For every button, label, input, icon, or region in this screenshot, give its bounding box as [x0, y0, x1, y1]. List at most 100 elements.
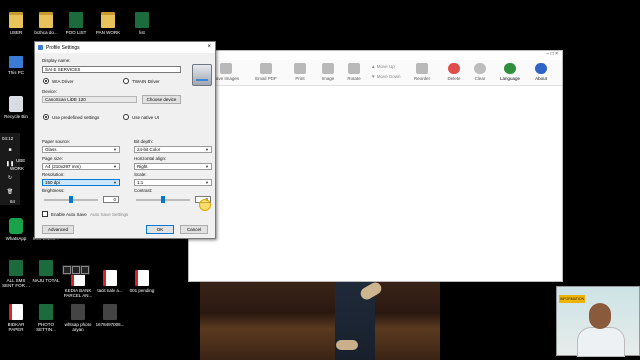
- paper-source-select[interactable]: Glass ▼: [42, 146, 120, 153]
- bit-depth-select[interactable]: 24-bit Color ▼: [134, 146, 212, 153]
- desktop-icon-number-file[interactable]: 16784970​06...: [94, 304, 126, 327]
- brightness-value[interactable]: 0: [103, 196, 119, 203]
- chevron-down-icon: ▼: [113, 164, 117, 169]
- ok-button[interactable]: OK: [146, 225, 174, 234]
- refresh-icon[interactable]: ↻: [0, 171, 20, 185]
- about-button[interactable]: About: [526, 63, 556, 81]
- print-icon: [294, 63, 306, 74]
- desktop-icon-whatsapp[interactable]: WhatsApp: [0, 218, 32, 241]
- language-button[interactable]: Language: [495, 63, 525, 81]
- excel-file-icon: [69, 12, 83, 28]
- auto-save-settings-link[interactable]: Auto Save Settings: [90, 212, 128, 217]
- desktop-icon-bidkar[interactable]: BIDKAR PAPER: [0, 304, 32, 332]
- desktop-icon-naju-total[interactable]: NAJU TOTAL: [30, 260, 62, 283]
- computer-icon: [9, 56, 23, 68]
- chevron-down-icon: ▼: [113, 180, 117, 185]
- save-images-icon: [220, 63, 232, 74]
- pdf-file-icon: [9, 304, 23, 320]
- clear-button[interactable]: Clear: [465, 63, 495, 81]
- recycle-bin-icon: [9, 96, 23, 112]
- side-label-work: WORK: [10, 166, 24, 171]
- window-controls[interactable]: – □ ×: [189, 51, 562, 59]
- excel-file-icon: [39, 304, 53, 320]
- desktop-icon-whtsap-photo[interactable]: whtsap photo aryan: [62, 304, 94, 332]
- side-label-ube: UBE: [16, 158, 26, 163]
- cancel-button[interactable]: Cancel: [180, 225, 208, 234]
- trash-icon[interactable]: 🗑: [0, 185, 20, 199]
- use-predefined-radio[interactable]: [43, 114, 49, 120]
- scanner-icon: [192, 64, 212, 86]
- auto-save-checkbox[interactable]: [42, 211, 48, 217]
- resolution-select[interactable]: 150 dpi ▼: [42, 179, 120, 186]
- choose-device-button[interactable]: Choose device: [142, 95, 181, 104]
- info-icon: [535, 63, 547, 74]
- advanced-button[interactable]: Advanced: [42, 225, 74, 234]
- folder-icon: [9, 12, 23, 28]
- brightness-label: Brightness:: [42, 188, 65, 193]
- desktop-icon-poo-list[interactable]: POO LIST: [60, 12, 92, 35]
- use-native-ui-radio[interactable]: [123, 114, 129, 120]
- email-icon: [260, 63, 272, 74]
- webcam-overlay: INFORMATION: [556, 286, 640, 357]
- contrast-slider-thumb[interactable]: [161, 196, 165, 203]
- scale-select[interactable]: 1:1 ▼: [134, 179, 212, 186]
- desktop-icon-list[interactable]: list: [126, 12, 158, 35]
- folder-icon: [39, 12, 53, 28]
- page-size-select[interactable]: A4 (210x297 mm) ▼: [42, 163, 120, 170]
- pdf-file-icon: [103, 270, 117, 286]
- twain-driver-label: TWAIN Driver: [132, 79, 160, 84]
- horizontal-align-select[interactable]: Right ▼: [134, 163, 212, 170]
- desktop-icon-user[interactable]: USER: [0, 12, 32, 35]
- print-button[interactable]: Print: [285, 63, 315, 81]
- mouse-cursor-highlight: [199, 199, 211, 211]
- email-pdf-button[interactable]: Email PDF: [251, 63, 281, 81]
- device-label: Device:: [42, 89, 58, 94]
- background-photo: [200, 282, 440, 360]
- dialog-title: Profile Settings: [46, 44, 80, 51]
- scanner-main-window: – □ × Save Images Email PDF Print Image …: [188, 50, 563, 282]
- app-icon: [38, 45, 43, 50]
- reorder-icon: [416, 63, 428, 74]
- thumbnail: [72, 266, 80, 274]
- reorder-button[interactable]: Reorder: [407, 63, 437, 81]
- image-icon: [322, 63, 334, 74]
- chevron-down-icon: ▼: [205, 164, 209, 169]
- thumbnail: [81, 266, 89, 274]
- desktop-icon-this-pc[interactable]: This PC: [0, 56, 32, 75]
- brightness-slider-thumb[interactable]: [69, 196, 73, 203]
- wia-driver-radio[interactable]: [43, 78, 49, 84]
- main-toolbar: Save Images Email PDF Print Image Rotate…: [189, 60, 562, 86]
- excel-file-icon: [135, 12, 149, 28]
- dialog-titlebar: Profile Settings ×: [35, 42, 215, 53]
- desktop-icon-pan-work[interactable]: PAN WORK: [92, 12, 124, 35]
- device-field: CanoScan LiDE 120: [42, 96, 137, 103]
- page-size-label: Page size:: [42, 156, 64, 161]
- move-down-button[interactable]: ▼ Move Down: [371, 74, 400, 79]
- twain-driver-radio[interactable]: [123, 78, 129, 84]
- chevron-down-icon: ▼: [205, 180, 209, 185]
- contrast-label: Contrast:: [134, 188, 153, 193]
- desktop-icon-bcthca[interactable]: bcthca do...: [30, 12, 62, 35]
- profile-settings-dialog: Profile Settings × Display name: SAI E S…: [34, 41, 216, 239]
- display-name-input[interactable]: SAI E SERVICES: [42, 66, 181, 73]
- bit-depth-label: Bit depth:: [134, 139, 154, 144]
- desktop-icon-recycle-bin[interactable]: Recycle Bin: [0, 96, 32, 119]
- delete-icon: [448, 63, 460, 74]
- stop-icon[interactable]: ■: [0, 143, 20, 157]
- horizontal-align-label: Horizontal align:: [134, 156, 167, 161]
- wia-driver-label: WIA Driver: [52, 79, 74, 84]
- rotate-button[interactable]: Rotate: [339, 63, 369, 81]
- webcam-person-head: [589, 303, 611, 329]
- desktop-icon-all-sms[interactable]: ALL SMS SENT FOR ...: [0, 260, 32, 288]
- resolution-label: Resolution:: [42, 172, 65, 177]
- desktop-icon-001-pending[interactable]: 001 pending: [126, 270, 158, 293]
- scale-label: Scale:: [134, 172, 147, 177]
- webcam-person-body: [577, 327, 625, 357]
- desktop-icon-tacit[interactable]: tacit nalv a...: [94, 270, 126, 293]
- clear-icon: [474, 63, 486, 74]
- paper-source-label: Paper source:: [42, 139, 71, 144]
- close-icon[interactable]: ×: [207, 44, 211, 50]
- move-up-button[interactable]: ▲ Move Up: [371, 64, 395, 69]
- image-file-icon: [103, 304, 117, 320]
- desktop-icon-photo-settin[interactable]: PHOTO SETTIN...: [30, 304, 62, 332]
